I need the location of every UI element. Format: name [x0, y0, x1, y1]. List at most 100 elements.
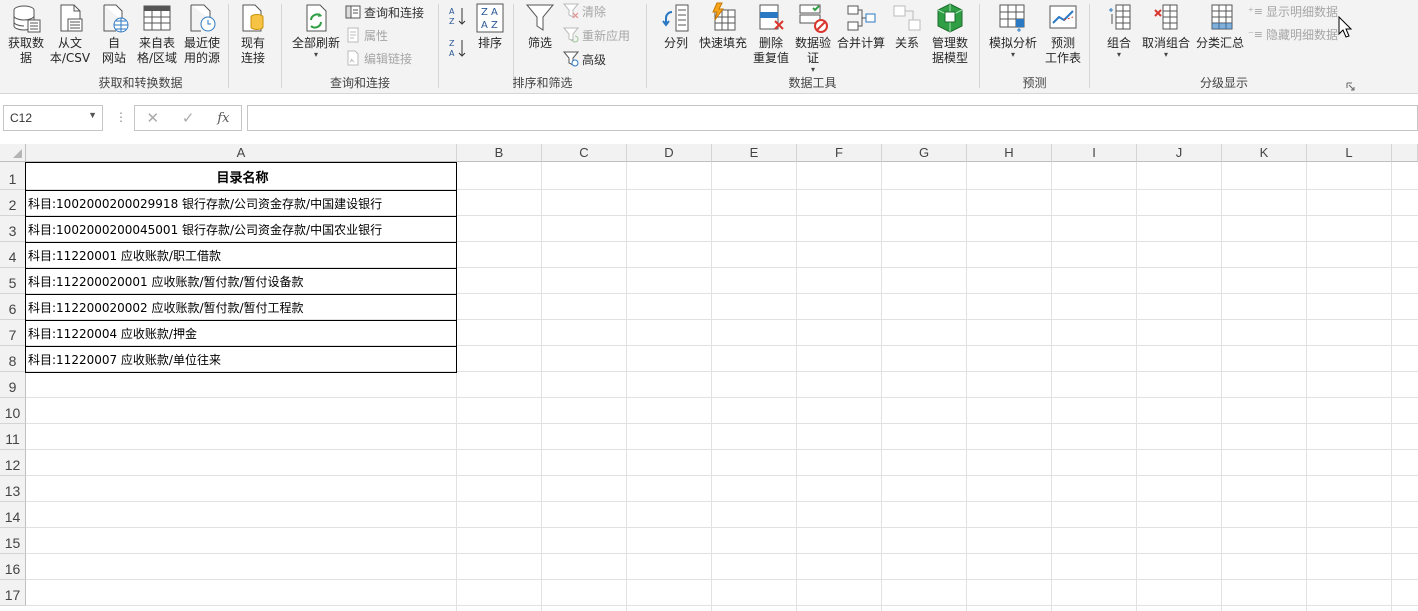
row-header-15[interactable]: 15: [0, 528, 26, 554]
gridline: [796, 162, 797, 611]
sort-ascending-button[interactable]: AZ: [448, 6, 471, 26]
row-header-1[interactable]: 1: [0, 162, 26, 190]
column-header-F[interactable]: F: [797, 144, 882, 162]
existing-connections-button[interactable]: 现有 连接: [233, 2, 273, 66]
cancel-icon[interactable]: ✕: [146, 109, 159, 127]
column-header-B[interactable]: B: [457, 144, 542, 162]
chevron-down-icon[interactable]: ▼: [88, 110, 97, 120]
row-header-7[interactable]: 7: [0, 320, 26, 346]
column-header-E[interactable]: E: [712, 144, 797, 162]
what-if-analysis-button[interactable]: 模拟分析 ▾: [986, 2, 1040, 59]
formula-bar-resize-handle[interactable]: ⋮: [115, 110, 127, 124]
consolidate-icon: [847, 5, 876, 31]
sort-descending-button[interactable]: ZA: [448, 38, 471, 58]
insert-function-icon[interactable]: fx: [217, 111, 229, 126]
column-header-C[interactable]: C: [542, 144, 627, 162]
group-get-transform: 获取数 据 从文 本/CSV 自 网站 来自表 格/区域 最近使 用的源 现有 …: [0, 0, 281, 94]
forecast-sheet-button[interactable]: 预测 工作表: [1042, 2, 1084, 66]
from-text-csv-button[interactable]: 从文 本/CSV: [50, 2, 90, 66]
cell-A6[interactable]: 科目:112200020002 应收账款/暂付款/暂付工程款: [26, 294, 457, 320]
filter-label: 筛选: [527, 36, 552, 50]
group-button[interactable]: 组合 ▾: [1104, 2, 1134, 59]
advanced-filter-icon: [563, 51, 579, 67]
column-header-A[interactable]: A: [26, 144, 457, 162]
queries-connections-label: 查询和连接: [364, 5, 425, 20]
column-header-D[interactable]: D: [627, 144, 712, 162]
data-validation-button[interactable]: 数据验 证 ▾: [793, 2, 833, 74]
row-header-10[interactable]: 10: [0, 398, 26, 424]
gridline: [26, 475, 1418, 476]
cell-A7[interactable]: 科目:11220004 应收账款/押金: [26, 320, 457, 346]
row-header-11[interactable]: 11: [0, 424, 26, 450]
clear-filter-button[interactable]: 清除: [563, 1, 606, 21]
column-header-L[interactable]: L: [1307, 144, 1392, 162]
row-header-3[interactable]: 3: [0, 216, 26, 242]
cell-A3[interactable]: 科目:1002000200045001 银行存款/公司资金存款/中国农业银行: [26, 216, 457, 242]
row-header-13[interactable]: 13: [0, 476, 26, 502]
show-detail-button[interactable]: ⁺≡ 显示明细数据: [1248, 1, 1338, 21]
cell-A2[interactable]: 科目:1002000200029918 银行存款/公司资金存款/中国建设银行: [26, 190, 457, 216]
gridline: [26, 553, 1418, 554]
name-box[interactable]: C12 ▼: [3, 105, 103, 131]
row-header-9[interactable]: 9: [0, 372, 26, 398]
filter-button[interactable]: 筛选: [523, 2, 557, 51]
queries-connections-button[interactable]: 查询和连接: [345, 2, 424, 22]
gridline: [26, 449, 1418, 450]
group-label: 组合: [1106, 36, 1131, 50]
row-header-8[interactable]: 8: [0, 346, 26, 372]
remove-duplicates-button[interactable]: 删除 重复值: [751, 2, 791, 66]
select-all-button[interactable]: [0, 144, 26, 162]
row-header-4[interactable]: 4: [0, 242, 26, 268]
recent-sources-button[interactable]: 最近使 用的源: [181, 2, 223, 66]
cell-A8[interactable]: 科目:11220007 应收账款/单位往来: [26, 346, 457, 372]
column-header-G[interactable]: G: [882, 144, 967, 162]
hide-detail-button[interactable]: ⁻≡ 隐藏明细数据: [1248, 24, 1338, 44]
group-label-data-tools: 数据工具: [788, 76, 837, 90]
properties-icon: [347, 27, 359, 43]
group-label-forecast: 预测: [1022, 76, 1047, 90]
cell-A4[interactable]: 科目:11220001 应收账款/职工借款: [26, 242, 457, 268]
cell-A1[interactable]: 目录名称: [26, 162, 457, 190]
properties-button[interactable]: 属性: [345, 25, 388, 45]
formula-bar: C12 ▼ ⋮ ✕ ✓ fx: [0, 94, 1418, 144]
get-data-button[interactable]: 获取数 据: [4, 2, 48, 66]
ungroup-button[interactable]: 取消组合 ▾: [1140, 2, 1192, 59]
row-header-5[interactable]: 5: [0, 268, 26, 294]
row-header-6[interactable]: 6: [0, 294, 26, 320]
column-header-K[interactable]: K: [1222, 144, 1307, 162]
consolidate-button[interactable]: 合并计算: [835, 2, 887, 51]
row-header-2[interactable]: 2: [0, 190, 26, 216]
text-to-columns-button[interactable]: 分列: [659, 2, 693, 51]
advanced-filter-button[interactable]: 高级: [563, 49, 606, 69]
row-header-16[interactable]: 16: [0, 554, 26, 580]
dialog-launcher-icon[interactable]: [1346, 82, 1355, 91]
cell-A5[interactable]: 科目:112200020001 应收账款/暂付款/暂付设备款: [26, 268, 457, 294]
from-web-button[interactable]: 自 网站: [96, 2, 132, 66]
table-row-border: [26, 268, 457, 269]
column-header-H[interactable]: H: [967, 144, 1052, 162]
relationships-button[interactable]: 关系: [889, 2, 925, 51]
column-header-J[interactable]: J: [1137, 144, 1222, 162]
reapply-button[interactable]: 重新应用: [563, 25, 630, 45]
gridline: [1051, 162, 1052, 611]
row-header-12[interactable]: 12: [0, 450, 26, 476]
enter-icon[interactable]: ✓: [182, 109, 195, 127]
worksheet-grid[interactable]: A B C D E F G H I J K L 1 2 3 4 5 6 7 8 9 10 11 12 13 14 15 16 17 目录名…: [0, 144, 1418, 611]
row-header-14[interactable]: 14: [0, 502, 26, 528]
formula-input[interactable]: [247, 105, 1418, 131]
mouse-pointer-icon: [1338, 16, 1352, 38]
gridline: [1221, 162, 1222, 611]
edit-links-button[interactable]: 编辑链接: [345, 48, 412, 68]
subtotal-button[interactable]: 分类汇总: [1194, 2, 1246, 51]
forecast-sheet-label: 预测 工作表: [1044, 36, 1081, 65]
column-header-I[interactable]: I: [1052, 144, 1137, 162]
flash-fill-button[interactable]: 快速填充: [697, 2, 749, 51]
svg-text:Z: Z: [449, 39, 455, 48]
refresh-all-button[interactable]: 全部刷新 ▾: [288, 2, 344, 59]
gridline: [26, 527, 1418, 528]
manage-data-model-button[interactable]: 管理数 据模型: [929, 2, 971, 66]
sort-button[interactable]: ZAAZ 排序: [475, 2, 505, 51]
from-table-button[interactable]: 来自表 格/区域: [136, 2, 178, 66]
row-header-17[interactable]: 17: [0, 580, 26, 606]
gridline: [711, 162, 712, 611]
